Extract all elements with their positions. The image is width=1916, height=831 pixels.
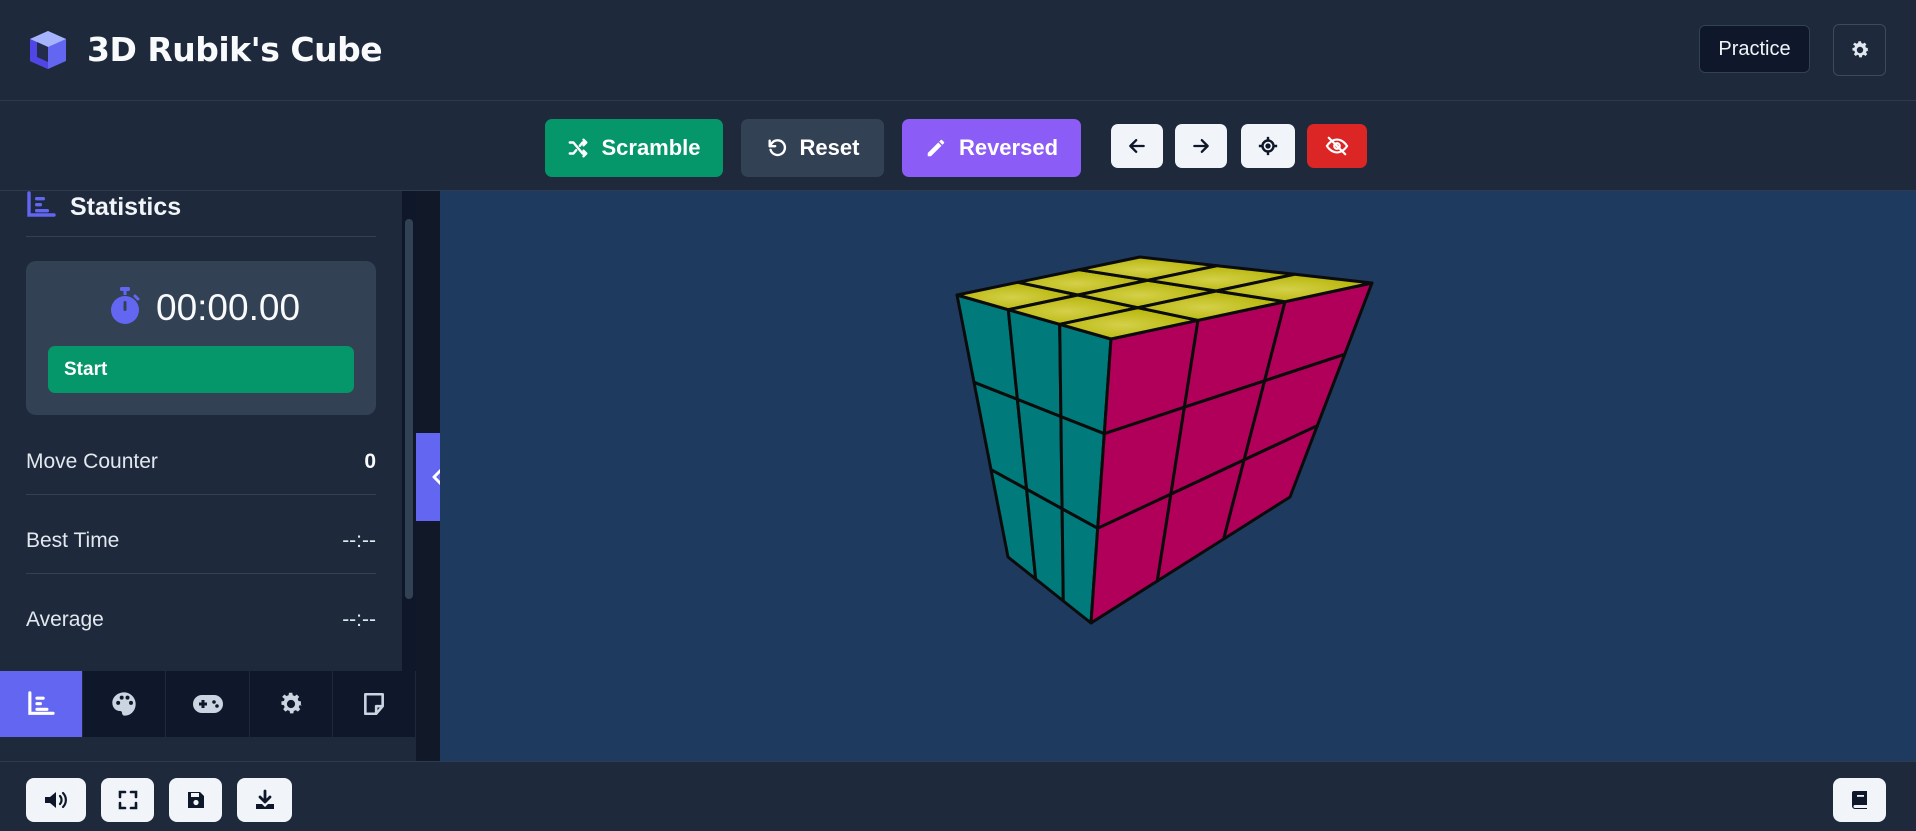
save-icon: [187, 792, 204, 808]
scramble-label: Scramble: [601, 135, 701, 160]
stat-value: --:--: [342, 608, 376, 631]
rotate-right-button[interactable]: [1175, 124, 1227, 168]
panel-scroll-thumb[interactable]: [405, 219, 413, 599]
toolbar: Scramble Reset Reversed: [0, 101, 1916, 191]
side-panel: Statistics 00:00.00 Start Move Counter 0…: [0, 191, 416, 761]
reset-label: Reset: [799, 135, 860, 160]
settings-button[interactable]: [1833, 24, 1886, 76]
eye-slash-icon: [1325, 136, 1349, 156]
crosshair-icon: [1258, 136, 1278, 156]
pencil-icon: [927, 139, 945, 157]
reversed-label: Reversed: [958, 135, 1059, 160]
undo-icon: [768, 139, 786, 157]
cube-viewport[interactable]: [440, 191, 1916, 761]
panel-tabbar: [0, 671, 416, 737]
best-time-row: Best Time --:--: [26, 514, 376, 574]
download-icon: [255, 789, 274, 809]
cube-sticker[interactable]: [1025, 487, 1065, 603]
start-button[interactable]: Start: [48, 346, 354, 393]
footer: [0, 761, 1916, 831]
gear-icon: [281, 692, 302, 714]
arrow-right-icon: [1193, 139, 1209, 153]
fullscreen-icon: [118, 790, 137, 810]
stat-label: Average: [26, 608, 104, 631]
center-view-button[interactable]: [1241, 124, 1295, 168]
tab-controls[interactable]: [166, 671, 250, 737]
chart-icon: [27, 191, 56, 217]
timer-card: 00:00.00 Start: [26, 261, 376, 415]
tab-settings[interactable]: [250, 671, 333, 737]
download-button[interactable]: [237, 778, 292, 822]
rubiks-cube[interactable]: [440, 191, 1916, 761]
stopwatch-icon: [111, 287, 140, 324]
volume-icon: [45, 791, 67, 809]
stat-value: --:--: [342, 529, 376, 552]
stat-value: 0: [364, 450, 376, 473]
tab-statistics[interactable]: [0, 671, 84, 737]
stats-header: Statistics: [26, 191, 376, 237]
reset-button[interactable]: Reset: [741, 119, 884, 177]
tab-notes[interactable]: [333, 671, 416, 737]
app-header: 3D Rubik's Cube Practice: [0, 0, 1916, 101]
arrow-left-icon: [1129, 139, 1145, 153]
cube-icon: [30, 31, 66, 69]
fullscreen-button[interactable]: [101, 778, 154, 822]
cube-sticker[interactable]: [1058, 322, 1113, 436]
average-row: Average --:--: [26, 593, 376, 653]
sound-button[interactable]: [26, 778, 86, 822]
stat-label: Best Time: [26, 529, 120, 552]
app-title: 3D Rubik's Cube: [87, 30, 383, 69]
practice-button[interactable]: Practice: [1699, 25, 1810, 73]
hide-button[interactable]: [1307, 124, 1367, 168]
book-icon: [1851, 791, 1867, 809]
stats-title: Statistics: [70, 193, 182, 221]
timer-display: 00:00.00: [156, 287, 301, 328]
scramble-button[interactable]: Scramble: [545, 119, 723, 177]
move-counter-row: Move Counter 0: [26, 435, 376, 495]
note-icon: [363, 692, 384, 716]
gear-icon: [1851, 41, 1869, 58]
rotate-left-button[interactable]: [1111, 124, 1163, 168]
cube-left-face[interactable]: [955, 293, 1113, 625]
guide-button[interactable]: [1833, 778, 1886, 822]
tab-appearance[interactable]: [83, 671, 167, 737]
gamepad-icon: [192, 695, 223, 713]
reversed-button[interactable]: Reversed: [902, 119, 1081, 177]
chart-icon: [28, 691, 55, 715]
shuffle-icon: [569, 138, 588, 158]
stat-label: Move Counter: [26, 450, 158, 473]
save-button[interactable]: [169, 778, 222, 822]
palette-icon: [112, 692, 136, 716]
